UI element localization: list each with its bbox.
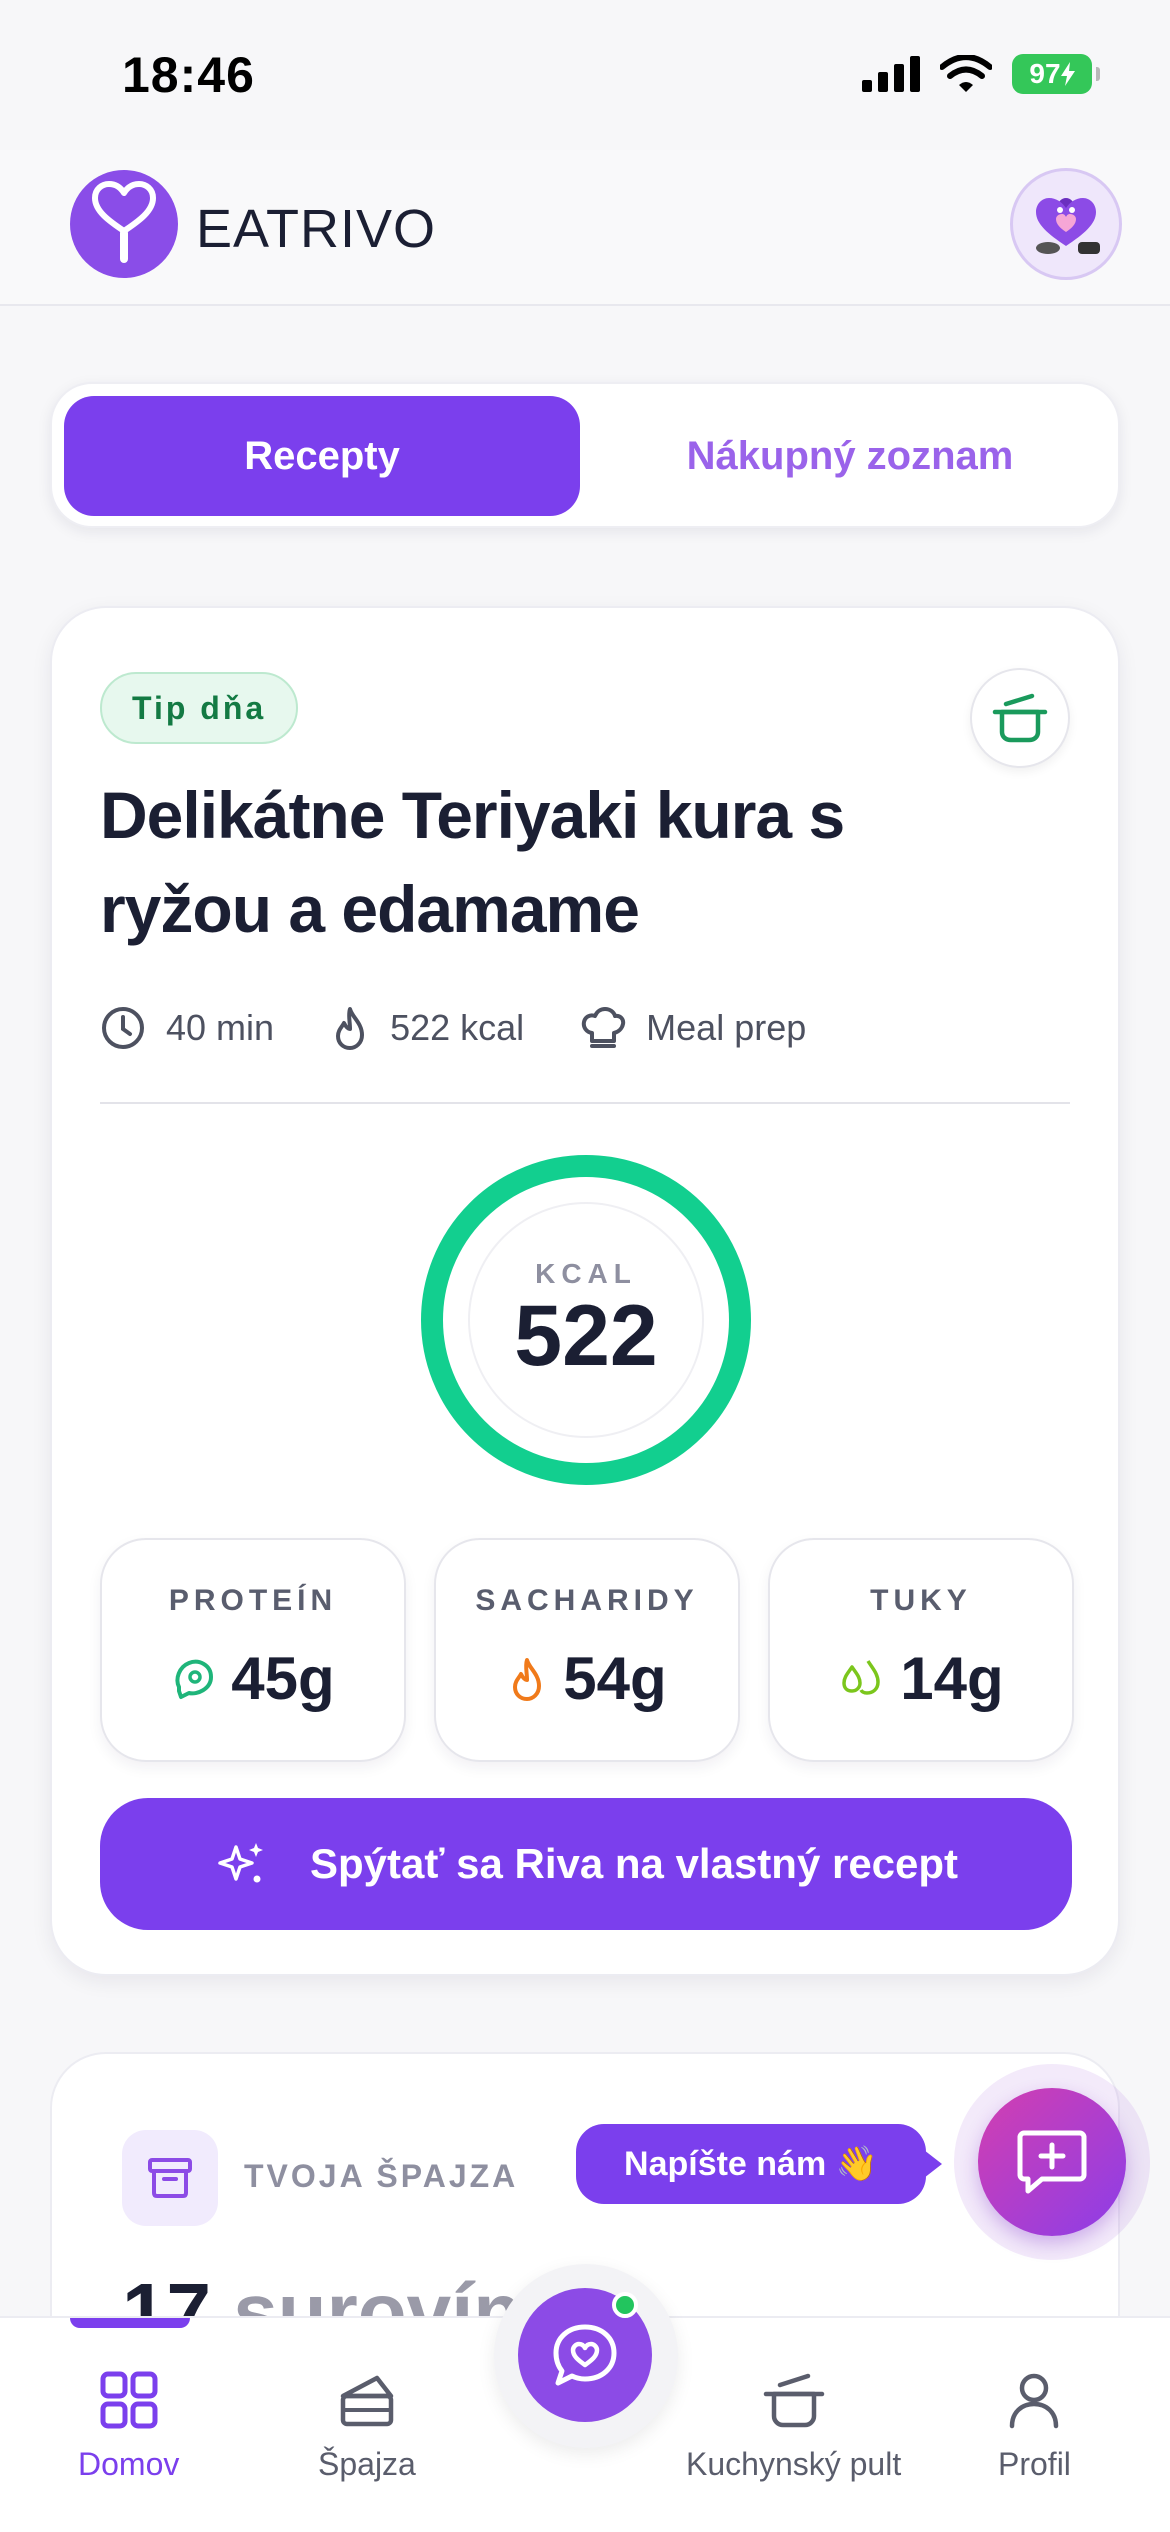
macro-carbs-row: 54g: [436, 1644, 738, 1713]
nav-kuchynsky-pult[interactable]: Kuchynský pult: [686, 2370, 901, 2483]
status-bar: 18:46 97: [0, 0, 1170, 150]
tip-badge: Tip dňa: [100, 672, 299, 744]
chat-plus-icon: [1017, 2130, 1087, 2194]
grid-icon: [100, 2371, 158, 2429]
tab-nakupny-zoznam[interactable]: Nákupný zoznam: [592, 396, 1108, 516]
cake-icon: [340, 2375, 394, 2427]
status-time: 18:46: [122, 47, 255, 103]
macro-fats-label: TUKY: [870, 1584, 972, 1617]
macro-carbs: SACHARIDY 54g: [434, 1538, 740, 1762]
wifi-icon: [940, 55, 992, 92]
online-indicator: [612, 2292, 638, 2318]
macro-fats: TUKY 14g: [768, 1538, 1074, 1762]
pantry-icon-box: [122, 2130, 218, 2226]
meta-kcal-value: 522 kcal: [390, 1007, 525, 1048]
macro-protein-label: PROTEÍN: [168, 1584, 338, 1617]
app-header: EATRIVO: [0, 150, 1170, 306]
heart-chat-icon: [553, 2324, 617, 2386]
drops-icon: [842, 1659, 881, 1695]
nav-active-indicator: [70, 2318, 190, 2328]
battery-indicator: 97: [1012, 54, 1100, 94]
status-icons: 97: [862, 54, 1100, 94]
kcal-ring-center: KCAL 522: [468, 1202, 704, 1438]
user-icon: [1010, 2373, 1059, 2429]
kcal-label: KCAL: [535, 1258, 637, 1289]
tab-recepty[interactable]: Recepty: [64, 396, 580, 516]
kcal-value: 522: [514, 1288, 658, 1384]
tab-switcher: Recepty Nákupný zoznam: [50, 382, 1120, 528]
cook-button[interactable]: [970, 668, 1070, 768]
macro-fats-value: 14g: [900, 1645, 1004, 1712]
nav-spajza-label: Špajza: [318, 2446, 416, 2482]
recipe-title: Delikátne Teriyaki kura s ryžou a edamam…: [100, 778, 845, 946]
meta-time-value: 40 min: [166, 1007, 275, 1048]
nav-profil[interactable]: Profil: [998, 2370, 1071, 2483]
mascot-icon: [1036, 198, 1100, 254]
meta-time: 40 min: [100, 1005, 274, 1051]
pot-icon: [992, 693, 1048, 743]
chat-tooltip[interactable]: Napíšte nám 👋: [576, 2124, 942, 2204]
clock-icon: [102, 1007, 144, 1049]
macro-carbs-value: 54g: [563, 1645, 667, 1712]
meat-icon: [175, 1659, 214, 1699]
recipe-meta: 40 min 522 kcal Meal prep: [100, 1000, 862, 1056]
chef-hat-icon: [581, 1007, 626, 1048]
nav-profil-label: Profil: [998, 2446, 1071, 2482]
divider: [100, 1102, 1070, 1104]
logo-icon: [70, 170, 178, 278]
ask-riva-label: Spýtať sa Riva na vlastný recept: [309, 1840, 959, 1887]
nav-domov[interactable]: Domov: [78, 2370, 179, 2483]
charging-icon: [1060, 62, 1075, 86]
kcal-ring: KCAL 522: [416, 1150, 756, 1490]
app-name: EATRIVO: [196, 199, 437, 259]
flame-icon: [336, 1007, 365, 1050]
chat-button[interactable]: [978, 2088, 1126, 2236]
macro-protein: PROTEÍN 45g: [100, 1538, 406, 1762]
flame-icon: [513, 1657, 542, 1701]
bottom-nav: Domov Špajza Kuchynský pult Profil: [0, 2264, 1170, 2532]
nav-kuchynsky-pult-label: Kuchynský pult: [686, 2446, 902, 2482]
meta-category: Meal prep: [580, 1005, 806, 1051]
macro-protein-value: 45g: [231, 1645, 335, 1712]
macro-fats-row: 14g: [770, 1644, 1072, 1713]
nav-spajza[interactable]: Špajza: [318, 2370, 416, 2483]
ask-riva-button[interactable]: Spýtať sa Riva na vlastný recept: [100, 1798, 1072, 1930]
pantry-label: TVOJA ŠPAJZA: [244, 2158, 519, 2194]
signal-icon: [862, 56, 920, 92]
macro-protein-row: 45g: [102, 1644, 404, 1713]
macro-carbs-label: SACHARIDY: [475, 1584, 699, 1617]
archive-icon: [148, 2158, 192, 2198]
meta-category-value: Meal prep: [646, 1007, 807, 1048]
battery-level: 97: [1029, 58, 1061, 89]
home-screen: 18:46 97 EATRIVO Recepty Nákupný zoznam …: [0, 0, 1170, 2532]
avatar[interactable]: [1010, 168, 1122, 280]
sparkle-icon: [218, 1843, 263, 1883]
meta-kcal: 522 kcal: [330, 1005, 524, 1051]
pot-icon: [763, 2373, 824, 2428]
nav-domov-label: Domov: [78, 2446, 180, 2482]
recipe-card[interactable]: Tip dňa Delikátne Teriyaki kura s ryžou …: [50, 606, 1120, 1976]
